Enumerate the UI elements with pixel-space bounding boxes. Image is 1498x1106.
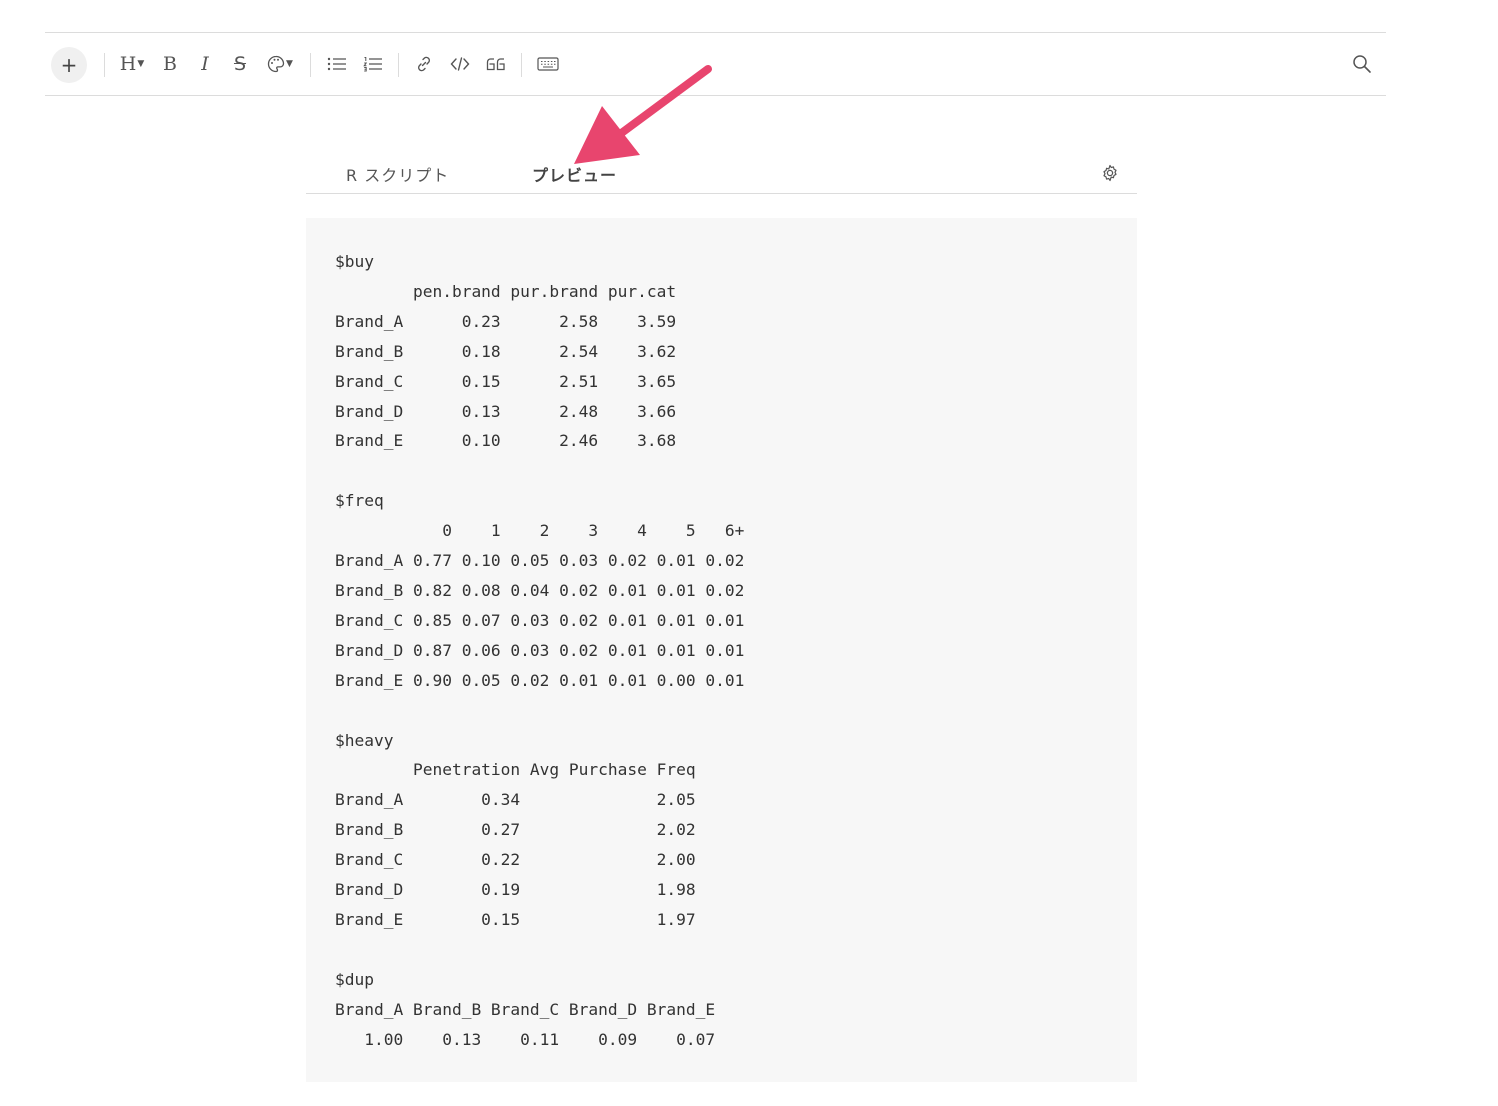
link-button[interactable] bbox=[412, 47, 436, 81]
search-button[interactable] bbox=[1349, 47, 1375, 81]
bullet-list-icon bbox=[327, 56, 347, 72]
toolbar-divider bbox=[104, 53, 105, 77]
tab-bar: R スクリプト プレビュー bbox=[306, 150, 1137, 194]
italic-icon: I bbox=[201, 53, 209, 75]
numbered-list-button[interactable] bbox=[361, 47, 385, 81]
bold-icon: B bbox=[163, 53, 177, 75]
bold-button[interactable]: B bbox=[159, 47, 181, 81]
plus-icon: + bbox=[60, 53, 78, 77]
tab-r-script[interactable]: R スクリプト bbox=[346, 162, 449, 186]
insert-button[interactable]: + bbox=[51, 47, 87, 83]
color-button[interactable]: ▼ bbox=[265, 47, 295, 81]
palette-icon bbox=[267, 55, 285, 73]
strikethrough-button[interactable]: S bbox=[229, 47, 251, 81]
heading-icon: H bbox=[119, 53, 137, 75]
toolbar-divider bbox=[310, 53, 311, 77]
r-output-text: $buy pen.brand pur.brand pur.cat Brand_A… bbox=[335, 252, 745, 1049]
link-icon bbox=[415, 55, 433, 73]
search-icon bbox=[1352, 54, 1372, 74]
strikethrough-icon: S bbox=[233, 53, 247, 75]
chevron-down-icon: ▼ bbox=[286, 59, 293, 69]
keyboard-button[interactable] bbox=[535, 47, 561, 81]
gear-icon[interactable] bbox=[1101, 164, 1119, 186]
chevron-down-icon: ▼ bbox=[137, 59, 145, 69]
toolbar-divider bbox=[521, 53, 522, 77]
numbered-list-icon bbox=[363, 56, 383, 72]
italic-button[interactable]: I bbox=[194, 47, 216, 81]
heading-button[interactable]: H ▼ bbox=[117, 47, 147, 81]
code-icon bbox=[450, 56, 470, 72]
toolbar-divider bbox=[398, 53, 399, 77]
bullet-list-button[interactable] bbox=[325, 47, 349, 81]
code-button[interactable] bbox=[448, 47, 472, 81]
preview-panel: $buy pen.brand pur.brand pur.cat Brand_A… bbox=[306, 218, 1137, 1082]
annotation-arrow bbox=[574, 65, 712, 164]
keyboard-icon bbox=[537, 57, 559, 71]
quote-icon bbox=[486, 56, 506, 72]
quote-button[interactable] bbox=[484, 47, 508, 81]
